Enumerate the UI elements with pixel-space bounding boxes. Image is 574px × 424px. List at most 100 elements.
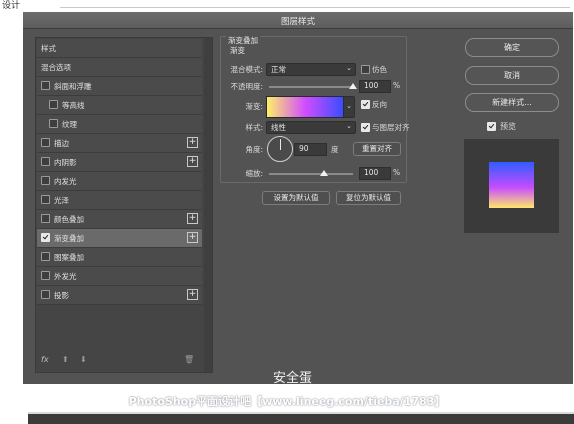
- styles-list-item-label: 内阴影: [54, 158, 77, 167]
- styles-list-scrollbar[interactable]: [204, 38, 212, 372]
- styles-list-item[interactable]: 斜面和浮雕: [37, 77, 202, 96]
- preview-label: 预览: [500, 122, 516, 131]
- styles-list-item[interactable]: 等高线: [37, 96, 202, 115]
- scale-slider-thumb[interactable]: [320, 170, 329, 176]
- add-effect-icon[interactable]: +: [187, 232, 198, 243]
- style-checkbox[interactable]: [41, 157, 50, 166]
- style-checkbox[interactable]: [41, 233, 50, 242]
- preview-checkbox[interactable]: [487, 122, 496, 131]
- top-fragment-text: 设计: [2, 1, 21, 11]
- angle-dial-needle: [280, 139, 281, 150]
- styles-list-item[interactable]: 图案叠加: [37, 248, 202, 267]
- styles-list-item[interactable]: 颜色叠加 +: [37, 210, 202, 229]
- style-checkbox[interactable]: [41, 290, 50, 299]
- scale-unit: %: [393, 168, 401, 177]
- styles-list-item[interactable]: 纹理: [37, 115, 202, 134]
- move-down-icon[interactable]: ⬇: [80, 355, 87, 364]
- styles-list-item-label: 内发光: [54, 177, 77, 186]
- styles-list-item[interactable]: 内阴影 +: [37, 153, 202, 172]
- styles-list-item-label: 外发光: [54, 272, 77, 281]
- styles-list-item-label: 纹理: [62, 120, 77, 129]
- gradient-swatch[interactable]: [266, 96, 344, 118]
- add-effect-icon[interactable]: +: [187, 289, 198, 300]
- align-with-layer-label: 与图层对齐: [372, 123, 410, 132]
- ok-button[interactable]: 确定: [465, 38, 559, 57]
- add-effect-icon[interactable]: +: [187, 156, 198, 167]
- styles-list-item[interactable]: 描边 +: [37, 134, 202, 153]
- styles-list-item[interactable]: 内发光: [37, 172, 202, 191]
- new-style-button[interactable]: 新建样式...: [465, 93, 559, 112]
- angle-unit: 度: [331, 145, 339, 154]
- opacity-slider-thumb[interactable]: [349, 83, 357, 89]
- styles-list-footer: fx ⬆ ⬇ 🗑: [36, 350, 204, 372]
- opacity-input[interactable]: 100: [359, 80, 391, 93]
- styles-list-item[interactable]: 混合选项: [37, 58, 202, 77]
- style-checkbox[interactable]: [49, 119, 58, 128]
- align-with-layer-checkbox[interactable]: [361, 123, 370, 132]
- chevron-down-icon: ⌄: [346, 122, 352, 130]
- watermark-text: 安全蛋: [273, 371, 313, 386]
- styles-list-item-label: 投影: [54, 291, 69, 300]
- bottom-window-strip: [28, 412, 574, 424]
- angle-input[interactable]: 90: [294, 143, 327, 156]
- dialog-titlebar[interactable]: 图层样式: [23, 12, 573, 29]
- blend-mode-value: 正常: [271, 65, 286, 74]
- opacity-unit: %: [393, 81, 401, 90]
- style-checkbox[interactable]: [41, 195, 50, 204]
- scale-value: 100: [364, 168, 379, 177]
- style-checkbox[interactable]: [49, 100, 58, 109]
- opacity-slider-track[interactable]: [269, 86, 353, 88]
- cancel-button[interactable]: 取消: [465, 66, 559, 85]
- style-value: 线性: [271, 123, 286, 132]
- angle-value: 90: [299, 144, 309, 153]
- reverse-checkbox[interactable]: [361, 100, 370, 109]
- styles-list-item[interactable]: 外发光: [37, 267, 202, 286]
- fx-icon[interactable]: fx: [41, 355, 49, 364]
- reset-alignment-button[interactable]: 重置对齐: [353, 142, 401, 156]
- style-checkbox[interactable]: [41, 271, 50, 280]
- opacity-value: 100: [364, 81, 379, 90]
- gradient-picker-dropdown[interactable]: ⌄: [343, 96, 355, 118]
- angle-dial[interactable]: [267, 136, 293, 162]
- opacity-label: 不透明度:: [230, 82, 263, 91]
- styles-list-item-label: 混合选项: [41, 63, 71, 72]
- style-checkbox[interactable]: [41, 138, 50, 147]
- style-checkbox[interactable]: [41, 176, 50, 185]
- styles-list-item-label: 样式: [41, 44, 56, 53]
- styles-list-item-label: 斜面和浮雕: [54, 82, 92, 91]
- style-checkbox[interactable]: [41, 214, 50, 223]
- scale-slider-track[interactable]: [269, 173, 353, 175]
- styles-list-item-label: 等高线: [62, 101, 85, 110]
- move-up-icon[interactable]: ⬆: [62, 355, 69, 364]
- blend-mode-select[interactable]: 正常 ⌄: [266, 63, 356, 76]
- style-select[interactable]: 线性 ⌄: [266, 121, 356, 134]
- scale-input[interactable]: 100: [359, 167, 391, 180]
- dither-checkbox[interactable]: [361, 65, 370, 74]
- dialog-title: 图层样式: [280, 17, 315, 27]
- trash-icon[interactable]: 🗑: [184, 355, 194, 364]
- preview-swatch: [489, 162, 534, 208]
- credit-watermark: PhotoShop平面设计吧【www.lineeg.com/tieba/1783…: [128, 395, 446, 408]
- gradient-label: 渐变:: [245, 102, 263, 111]
- reverse-label: 反向: [372, 100, 387, 109]
- styles-list-item[interactable]: 投影 +: [37, 286, 202, 305]
- chevron-down-icon: ⌄: [346, 102, 352, 110]
- add-effect-icon[interactable]: +: [187, 137, 198, 148]
- reset-to-default-button[interactable]: 复位为默认值: [336, 191, 401, 205]
- style-checkbox[interactable]: [41, 252, 50, 261]
- styles-list-item[interactable]: 渐变叠加 +: [37, 229, 202, 248]
- styles-list-item-label: 光泽: [54, 196, 69, 205]
- styles-list-item[interactable]: 光泽: [37, 191, 202, 210]
- blend-mode-label: 混合模式:: [230, 65, 263, 74]
- set-as-default-button[interactable]: 设置为默认值: [262, 191, 330, 205]
- style-checkbox[interactable]: [41, 81, 50, 90]
- styles-list-panel: 样式混合选项斜面和浮雕等高线纹理描边 + 内阴影 + 内发光光泽颜色叠加 + 渐变叠加 + 图案…: [35, 37, 213, 373]
- styles-list-item[interactable]: 样式: [37, 39, 202, 58]
- add-effect-icon[interactable]: +: [187, 213, 198, 224]
- chevron-down-icon: ⌄: [346, 64, 352, 72]
- layer-style-dialog: 图层样式 样式 混合选项 斜面和浮雕 等高线 纹理 描边 + 内阴影 + 内发光 光泽 颜色叠加 + 渐变…: [23, 12, 573, 386]
- styles-list-item-label: 渐变叠加: [54, 234, 84, 243]
- styles-list-item-label: 颜色叠加: [54, 215, 84, 224]
- angle-label: 角度:: [245, 145, 263, 154]
- section-subtitle: 渐变: [230, 46, 245, 55]
